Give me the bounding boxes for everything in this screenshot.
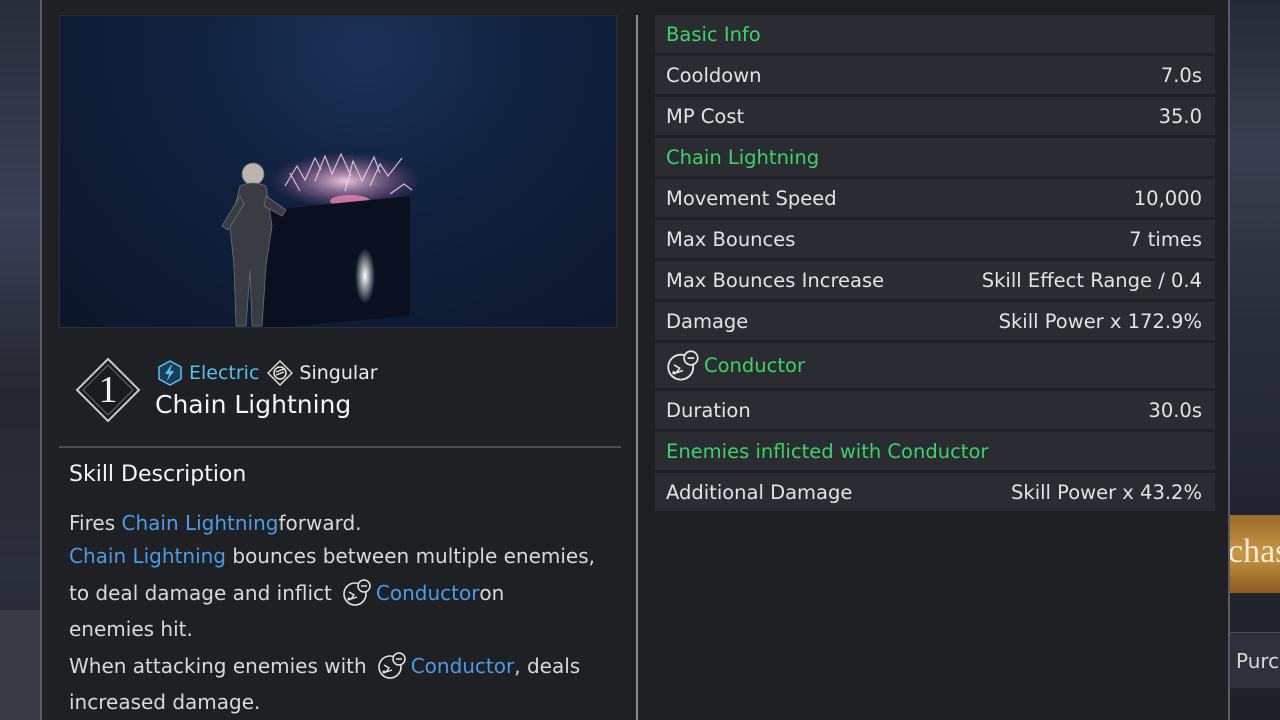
stat-row-duration: Duration 30.0s — [655, 391, 1215, 429]
description-text: forward. — [278, 511, 362, 535]
column-divider — [636, 15, 638, 720]
preview-scene — [221, 152, 420, 327]
skill-tags: Electric Singular — [157, 358, 386, 388]
stats-section-enemies-conductor: Enemies inflicted with Conductor — [655, 432, 1215, 470]
stat-value: 10,000 — [1133, 186, 1202, 210]
purchase-button-label: chas — [1230, 533, 1280, 570]
background-scene-left — [0, 0, 40, 720]
purchase-alt-label: Purc — [1236, 649, 1280, 673]
stat-label: Cooldown — [666, 63, 762, 87]
stat-row-cooldown: Cooldown 7.0s — [655, 56, 1215, 94]
description-line: enemies hit. — [69, 613, 614, 646]
section-title-with-icon: Conductor — [666, 349, 805, 382]
stat-row-max-bounces-increase: Max Bounces Increase Skill Effect Range … — [655, 261, 1215, 299]
section-title: Enemies inflicted with Conductor — [666, 439, 989, 463]
skill-stats-table: Basic Info Cooldown 7.0s MP Cost 35.0 Ch… — [655, 15, 1215, 514]
tag-singular-label: Singular — [299, 362, 378, 384]
stat-label: Damage — [666, 309, 749, 333]
skill-description-title: Skill Description — [69, 462, 247, 487]
stat-label: Additional Damage — [666, 480, 853, 504]
stat-value: Skill Power x 43.2% — [1011, 480, 1202, 504]
description-text: When attacking enemies with — [69, 654, 367, 678]
stat-row-additional-damage: Additional Damage Skill Power x 43.2% — [655, 473, 1215, 511]
stat-row-damage: Damage Skill Power x 172.9% — [655, 302, 1215, 340]
stat-value: Skill Power x 172.9% — [998, 309, 1202, 333]
stat-label: Max Bounces — [666, 227, 796, 251]
description-text: , deals — [514, 654, 581, 678]
description-keyword-conductor: Conductor — [375, 581, 480, 605]
stat-label: Movement Speed — [666, 186, 837, 210]
stats-section-basic-info: Basic Info — [655, 15, 1215, 53]
stats-section-conductor: Conductor — [655, 343, 1215, 388]
description-keyword: Chain Lightning — [69, 544, 227, 568]
description-text: increased damage. — [69, 690, 261, 714]
description-text: bounces between multiple enemies, — [232, 544, 596, 568]
purchase-button-partial[interactable]: chas — [1230, 515, 1280, 593]
stat-row-mp-cost: MP Cost 35.0 — [655, 97, 1215, 135]
stat-label: MP Cost — [666, 104, 745, 128]
skill-description: Fires Chain Lightning forward. Chain Lig… — [69, 507, 614, 719]
tag-singular: Singular — [267, 360, 378, 386]
skill-detail-panel: 1 Electric Singular Chain Lightning Skil… — [40, 0, 1230, 720]
description-text: enemies hit. — [69, 617, 193, 641]
tag-electric: Electric — [157, 360, 259, 386]
electric-icon — [158, 360, 182, 386]
conductor-icon — [377, 652, 406, 679]
description-line: increased damage. — [69, 686, 614, 719]
description-line: When attacking enemies with Conductor , … — [69, 646, 614, 686]
description-text: Fires — [69, 511, 116, 535]
section-title: Conductor — [704, 354, 805, 377]
stat-value: 35.0 — [1158, 104, 1202, 128]
purchase-alt-button-partial[interactable]: Purc — [1230, 632, 1280, 688]
skill-name: Chain Lightning — [155, 390, 352, 419]
conductor-icon — [667, 349, 699, 381]
singular-icon — [267, 360, 294, 386]
section-title: Basic Info — [666, 22, 761, 46]
conductor-icon — [343, 579, 371, 606]
stats-section-chain-lightning: Chain Lightning — [655, 138, 1215, 176]
description-line: Chain Lightning bounces between multiple… — [69, 540, 614, 573]
description-line: Fires Chain Lightning forward. — [69, 507, 614, 540]
description-line: to deal damage and inflict Conductor on — [69, 573, 614, 613]
description-keyword-conductor: Conductor — [410, 654, 515, 678]
background-scene-right — [1230, 0, 1280, 720]
stat-value: Skill Effect Range / 0.4 — [981, 268, 1202, 292]
tag-electric-label: Electric — [189, 362, 260, 384]
stat-value: 7 times — [1129, 227, 1202, 251]
stat-row-movement-speed: Movement Speed 10,000 — [655, 179, 1215, 217]
stat-label: Max Bounces Increase — [666, 268, 885, 292]
stat-row-max-bounces: Max Bounces 7 times — [655, 220, 1215, 258]
stat-value: 30.0s — [1148, 398, 1202, 422]
description-keyword: Chain Lightning — [121, 511, 279, 535]
section-divider — [59, 446, 621, 448]
skill-rank-number: 1 — [98, 369, 118, 411]
section-title: Chain Lightning — [666, 145, 820, 169]
description-text: to deal damage and inflict — [69, 581, 332, 605]
skill-preview-video — [59, 15, 617, 328]
description-text: on — [479, 581, 505, 605]
stat-value: 7.0s — [1160, 63, 1202, 87]
stat-label: Duration — [666, 398, 751, 422]
